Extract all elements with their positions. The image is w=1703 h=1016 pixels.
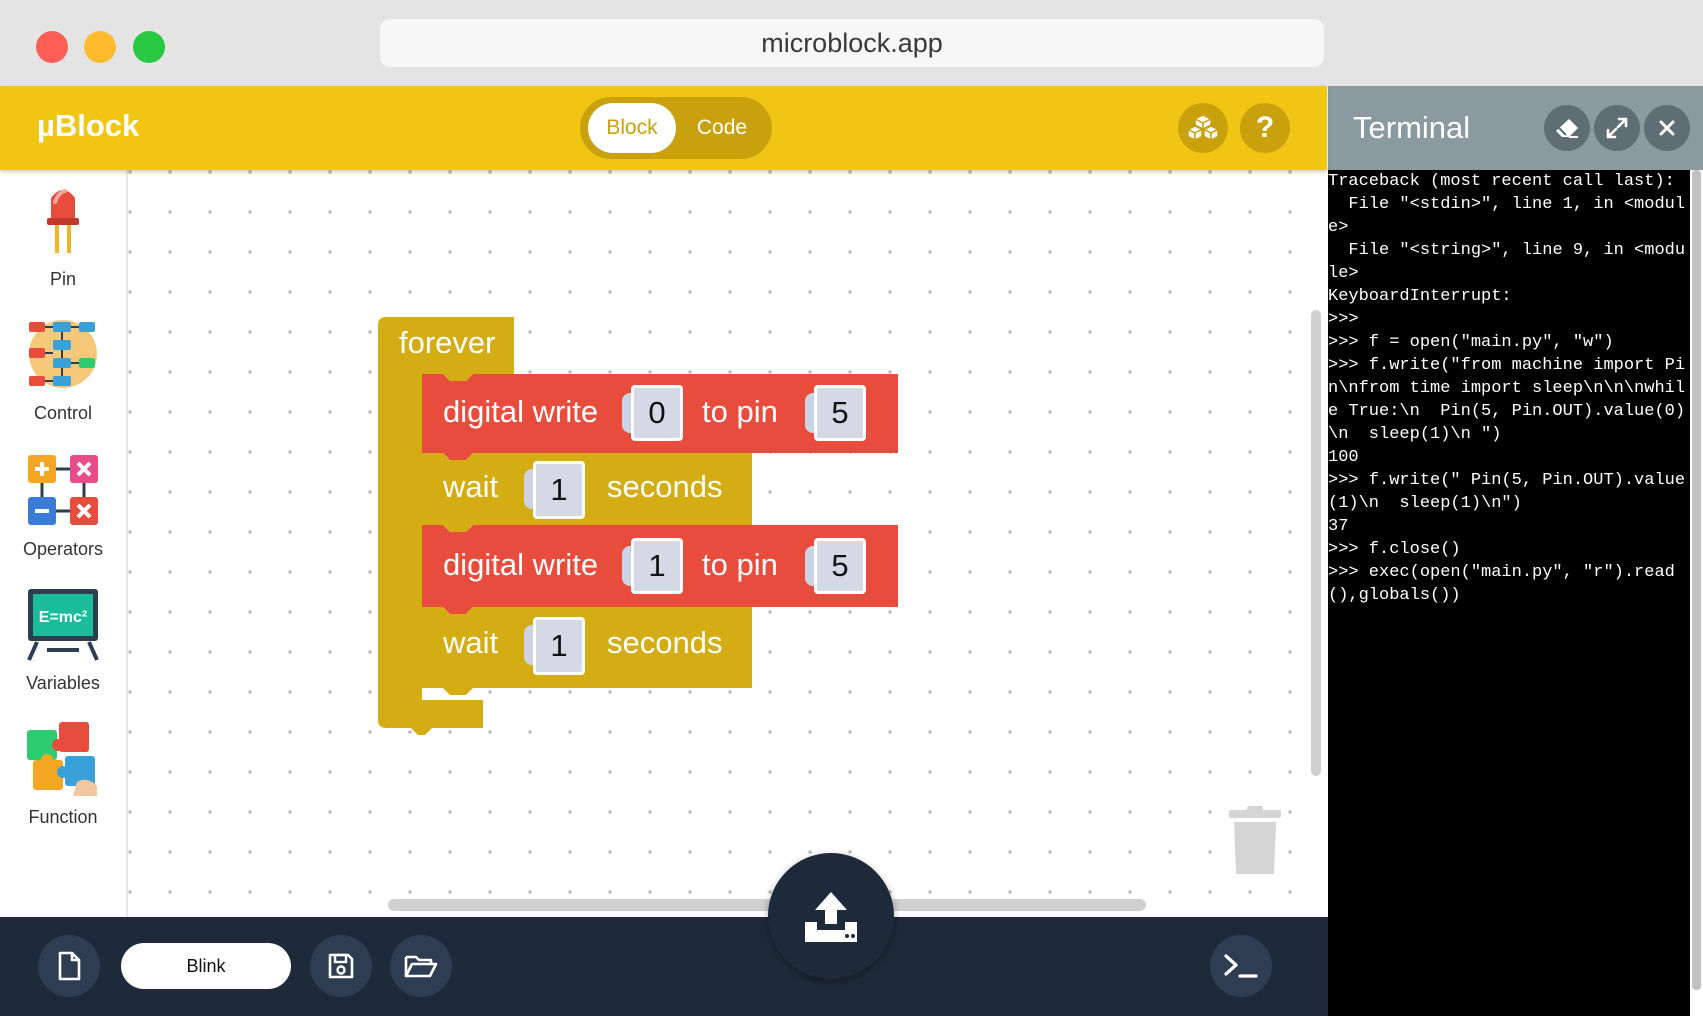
workspace-vertical-scrollbar[interactable] (1311, 310, 1321, 776)
sidebar-item-control[interactable]: Control (0, 316, 126, 424)
address-bar[interactable]: microblock.app (380, 19, 1324, 67)
minimize-window-button[interactable] (84, 31, 116, 63)
block-mode-button[interactable]: Block (588, 103, 676, 153)
file-icon (58, 951, 81, 981)
blocks-icon (1188, 114, 1218, 142)
block-workspace[interactable]: forever digital write 0 to pin 5 wait 1 … (128, 170, 1328, 917)
help-button[interactable]: ? (1240, 103, 1290, 153)
app-window: microblock.app µBlock Block Code ? Termi… (0, 0, 1703, 1016)
extensions-button[interactable] (1178, 103, 1228, 153)
terminal-title: Terminal (1353, 110, 1471, 145)
project-name-input[interactable] (121, 943, 291, 989)
open-file-button[interactable] (390, 935, 452, 997)
terminal-scrollbar[interactable] (1690, 170, 1703, 1016)
close-terminal-button[interactable] (1644, 105, 1690, 151)
folder-open-icon (404, 955, 438, 978)
terminal-header: Terminal (1328, 86, 1703, 170)
toggle-terminal-button[interactable] (1210, 935, 1272, 997)
block-shapes (378, 317, 898, 735)
wait-label: wait (443, 625, 499, 660)
math-operators-icon (28, 455, 98, 525)
browser-chrome: microblock.app (0, 0, 1703, 86)
pin-input[interactable]: 5 (814, 385, 866, 441)
led-icon (47, 189, 79, 253)
category-sidebar: Pin Control Operators E=mc² Variables Fu… (0, 170, 128, 917)
digital-write-label: digital write (443, 547, 599, 582)
new-file-button[interactable] (38, 935, 100, 997)
seconds-label: seconds (607, 625, 723, 660)
code-mode-button[interactable]: Code (678, 103, 766, 153)
pin-input[interactable]: 5 (814, 538, 866, 594)
sidebar-item-label: Control (33, 403, 93, 423)
mode-toggle[interactable]: Block Code (580, 97, 772, 159)
wait-label: wait (443, 469, 499, 504)
sidebar-item-variables[interactable]: E=mc² Variables (0, 586, 126, 694)
sidebar-item-label: Variables (26, 673, 100, 693)
close-window-button[interactable] (36, 31, 68, 63)
terminal-output: Traceback (most recent call last): File … (1328, 172, 1686, 605)
sidebar-item-pin[interactable]: Pin (0, 182, 126, 290)
flowchart-icon (29, 320, 97, 388)
puzzle-icon (27, 722, 97, 796)
sidebar-item-operators[interactable]: Operators (0, 452, 126, 560)
workspace-horizontal-scrollbar[interactable] (388, 899, 1146, 911)
maximize-window-button[interactable] (133, 31, 165, 63)
sidebar-item-label: Operators (22, 539, 104, 559)
upload-button[interactable] (768, 853, 894, 979)
brand-logo: µBlock (37, 108, 140, 143)
bottom-toolbar (0, 917, 1328, 1016)
value-input[interactable]: 0 (631, 385, 683, 441)
expand-icon (1606, 117, 1628, 139)
save-button[interactable] (310, 935, 372, 997)
terminal-output-area[interactable]: Traceback (most recent call last): File … (1328, 170, 1703, 1016)
chalkboard-icon: E=mc² (27, 589, 99, 661)
value-input[interactable]: 1 (631, 538, 683, 594)
block-stack[interactable]: forever digital write 0 to pin 5 wait 1 … (378, 317, 898, 737)
forever-label: forever (399, 325, 496, 360)
seconds-input[interactable]: 1 (533, 617, 585, 675)
close-icon (1659, 120, 1675, 136)
terminal-scrollbar-thumb[interactable] (1692, 170, 1701, 990)
terminal-icon (1224, 954, 1258, 978)
to-pin-label: to pin (702, 547, 778, 582)
seconds-input[interactable]: 1 (533, 461, 585, 519)
sidebar-item-label: Function (28, 807, 98, 827)
eraser-icon (1556, 119, 1578, 138)
clear-terminal-button[interactable] (1544, 105, 1590, 151)
app-header: µBlock Block Code ? (0, 86, 1327, 170)
svg-text:E=mc²: E=mc² (39, 609, 87, 626)
digital-write-label: digital write (443, 394, 599, 429)
trash-icon[interactable] (1227, 806, 1283, 876)
to-pin-label: to pin (702, 394, 778, 429)
sidebar-item-label: Pin (49, 269, 76, 289)
seconds-label: seconds (607, 469, 723, 504)
upload-icon (805, 892, 857, 942)
sidebar-item-function[interactable]: Function (0, 720, 126, 828)
expand-terminal-button[interactable] (1594, 105, 1640, 151)
save-icon (328, 953, 354, 979)
